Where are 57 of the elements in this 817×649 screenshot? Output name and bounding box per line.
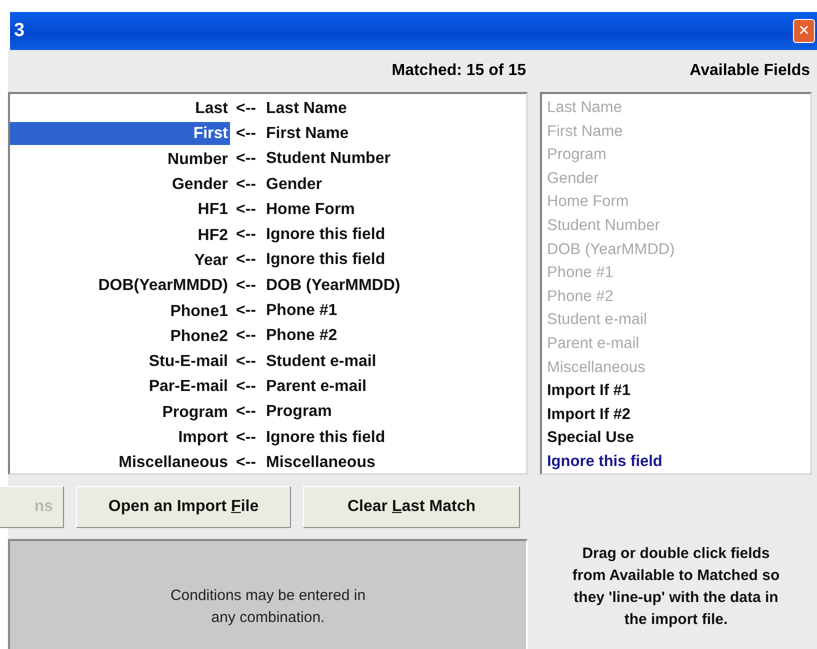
import-field-item[interactable]: Last [10, 97, 230, 120]
available-field-item[interactable]: Import If #2 [542, 402, 810, 426]
matched-field: Student Number [266, 150, 526, 168]
arrow-text: <-- [235, 327, 257, 346]
matched-field: Last Name [266, 100, 526, 118]
arrow-text: <-- [235, 100, 257, 118]
import-field-item[interactable]: Stu-E-mail [10, 350, 230, 374]
import-field-item[interactable]: HF2 [10, 224, 230, 247]
arrow-text: <-- [235, 403, 257, 422]
matched-field: Home Form [266, 200, 526, 219]
arrow-text: <-- [235, 251, 257, 270]
matched-field: First Name [266, 124, 526, 143]
arrow-text: <-- [235, 276, 257, 295]
import-field-item[interactable]: Number [10, 148, 230, 171]
arrow-text: <-- [235, 226, 257, 244]
available-heading: Available Fields [690, 62, 811, 80]
import-field-item[interactable]: Program [10, 400, 230, 424]
import-field-item[interactable]: First [10, 122, 230, 146]
arrow-text: <-- [235, 352, 257, 371]
matched-field: Ignore this field [266, 428, 526, 446]
available-field-item[interactable]: Special Use [542, 426, 810, 450]
arrow-text: <-- [235, 200, 257, 219]
matched-field: Ignore this field [266, 226, 526, 244]
matched-field: Gender [266, 176, 526, 194]
close-button[interactable]: ✕ [793, 19, 815, 43]
import-field-item[interactable]: Import [10, 426, 230, 449]
import-field-item[interactable]: DOB(YearMMDD) [10, 274, 230, 298]
available-field-item[interactable]: Ignore this field [542, 450, 810, 473]
matched-field: Student e-mail [266, 352, 526, 371]
arrow-text: <-- [235, 454, 257, 472]
import-field-item[interactable]: Par-E-mail [10, 375, 230, 398]
conditions-text: Conditions may be entered in any combination. [169, 586, 367, 628]
arrow-text: <-- [235, 378, 257, 396]
import-field-item[interactable]: Gender [10, 173, 230, 196]
matched-field: Parent e-mail [266, 378, 526, 396]
matched-field: Phone #2 [266, 327, 526, 346]
arrow-text: <-- [235, 176, 257, 194]
matched-field: Phone #1 [266, 302, 526, 320]
available-field-item[interactable]: Import If #1 [542, 379, 810, 403]
import-field-item[interactable]: Miscellaneous [10, 451, 230, 473]
matched-field: Program [266, 403, 526, 422]
action-button[interactable]: Clear Last Match [303, 486, 520, 528]
import-field-item[interactable]: Phone1 [10, 300, 230, 323]
import-field-item[interactable]: Phone2 [10, 324, 230, 348]
matched-field: DOB (YearMMDD) [266, 276, 526, 295]
matched-heading: Matched: 15 of 15 [392, 62, 527, 80]
window-title: 3 [13, 20, 25, 42]
matched-field: Miscellaneous [266, 454, 526, 472]
import-field-item[interactable]: Year [10, 248, 230, 272]
help-text: Drag or double click fields from Available to Matched so they 'line-up' with the data in the import file. [571, 544, 781, 630]
arrow-text: <-- [235, 150, 257, 168]
import-field-item[interactable]: HF1 [10, 198, 230, 222]
matched-field: Ignore this field [266, 251, 526, 270]
arrow-text: <-- [235, 124, 257, 143]
action-button[interactable]: Open an Import File [76, 486, 291, 528]
arrow-text: <-- [235, 302, 257, 320]
arrow-text: <-- [235, 428, 257, 446]
